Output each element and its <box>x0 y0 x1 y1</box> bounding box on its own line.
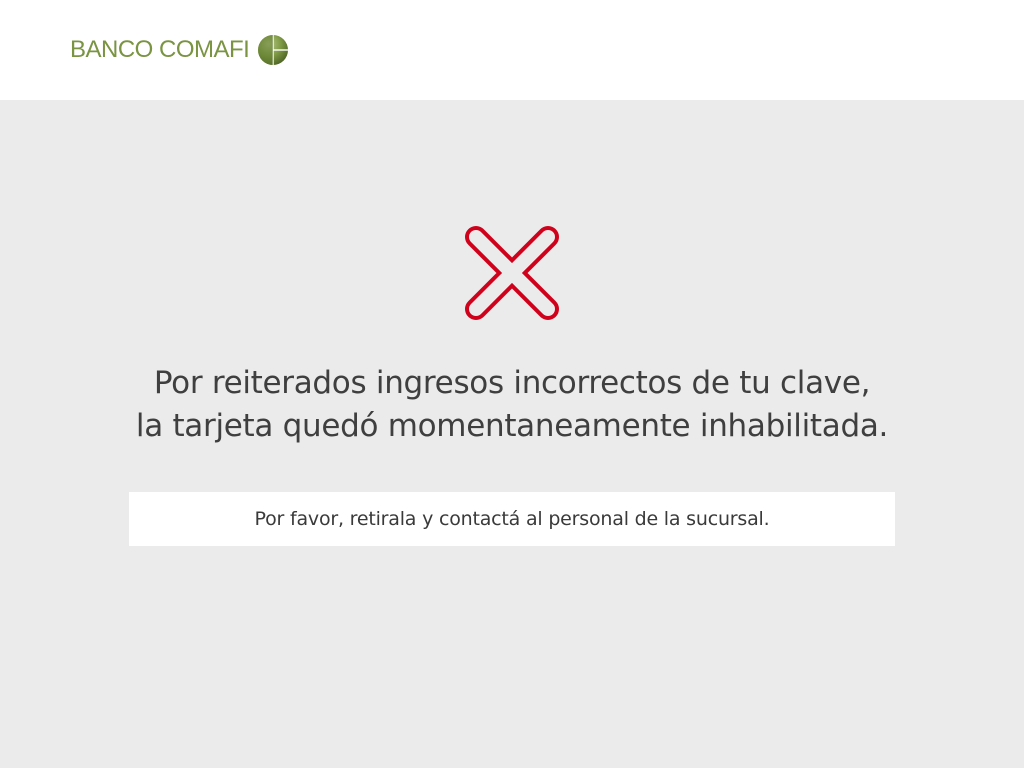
logo-text: BANCO COMAFI <box>70 36 250 63</box>
comafi-globe-logo-icon <box>258 35 289 65</box>
error-message-line-2: la tarjeta quedó momentaneamente inhabil… <box>135 408 889 444</box>
instruction-box: Por favor, retirala y contactá al person… <box>129 492 895 546</box>
main-content: Por reiterados ingresos incorrectos de t… <box>0 100 1024 768</box>
error-message: Por reiterados ingresos incorrectos de t… <box>0 362 1024 448</box>
error-message-line-1: Por reiterados ingresos incorrectos de t… <box>153 365 871 401</box>
error-x-icon <box>465 226 559 320</box>
header: BANCO COMAFI <box>0 0 1024 100</box>
bank-logo: BANCO COMAFI <box>70 32 289 68</box>
instruction-text: Por favor, retirala y contactá al person… <box>254 508 770 530</box>
